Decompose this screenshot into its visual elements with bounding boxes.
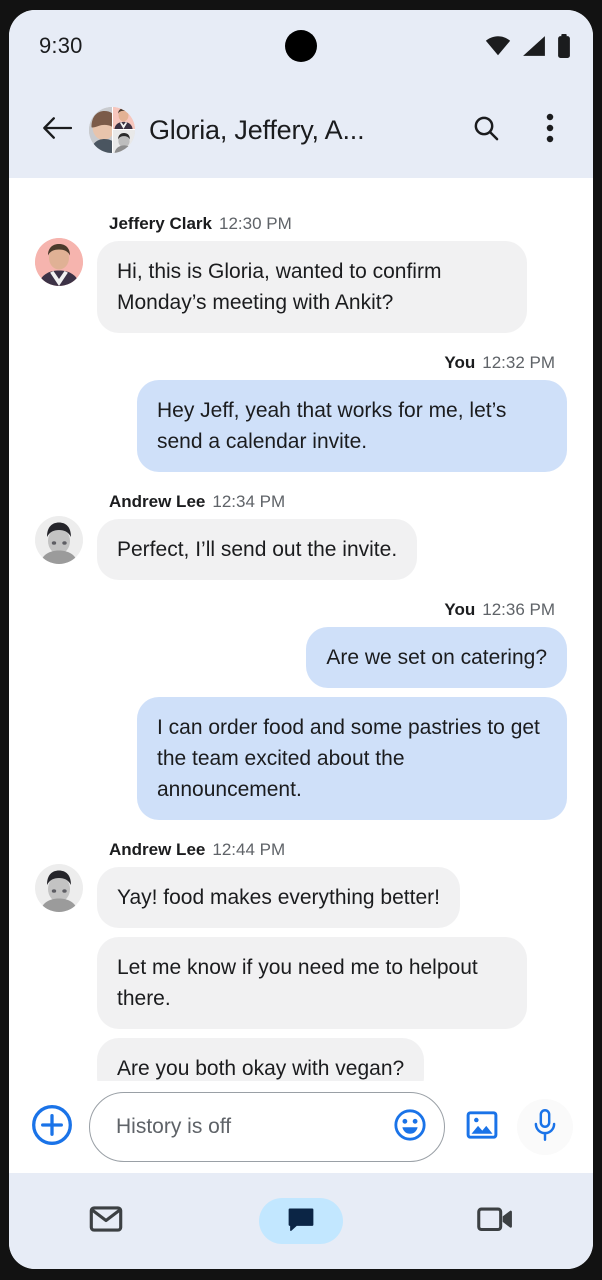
message-bubble[interactable]: Yay! food makes everything better! [97,867,460,928]
message-list[interactable]: Jeffery Clark 12:30 PM Hi, this is Gloria… [9,178,593,1081]
image-icon [465,1108,499,1147]
message-group: You 12:36 PM Are we set on catering? I ca… [35,600,567,820]
message-bubble[interactable]: Perfect, I’ll send out the invite. [97,519,418,580]
mail-icon [88,1201,124,1242]
message-time: 12:30 PM [219,214,292,233]
emoji-icon [393,1108,427,1147]
add-attachment-button[interactable] [29,1104,75,1150]
message-group: Andrew Lee 12:34 PM Perfect, I’ll send ou… [35,492,567,580]
message-group: Andrew Lee 12:44 PM Yay! food makes every… [35,840,567,1081]
message-bubble[interactable]: Hi, this is Gloria, wanted to confirm Mo… [97,241,527,333]
gallery-button[interactable] [459,1104,505,1150]
status-bar-clock: 9:30 [39,33,83,58]
message-column: You 12:32 PM Hey Jeff, yeah that works fo… [137,353,567,472]
search-button[interactable] [465,109,507,151]
message-bubble[interactable]: I can order food and some pastries to ge… [137,697,567,820]
group-avatar[interactable] [89,107,135,153]
message-input-placeholder: History is off [116,1115,232,1138]
wifi-icon [485,36,511,56]
nav-item-mail[interactable] [9,1173,204,1269]
chat-icon [286,1204,316,1239]
cellular-signal-icon [522,36,546,56]
message-time: 12:32 PM [482,353,555,372]
phone-screen: 9:30 Gloria, Jeffery, A... Jeffery Clark… [9,10,593,1269]
message-group: You 12:32 PM Hey Jeff, yeah that works fo… [35,353,567,472]
nav-item-chat[interactable] [204,1173,399,1269]
overflow-menu-button[interactable] [529,109,571,151]
message-input[interactable]: History is off [89,1092,445,1162]
message-time: 12:36 PM [482,600,555,619]
device-frame: 9:30 Gloria, Jeffery, A... Jeffery Clark… [0,0,602,1280]
message-column: Andrew Lee 12:44 PM Yay! food makes every… [97,840,527,1081]
app-bar-actions [465,109,571,151]
message-time: 12:44 PM [212,840,286,859]
message-column: Andrew Lee 12:34 PM Perfect, I’ll send ou… [97,492,418,580]
message-composer: History is off [9,1081,593,1173]
emoji-button[interactable] [390,1107,430,1147]
message-meta: Andrew Lee 12:34 PM [109,492,285,512]
front-camera-cutout [285,30,317,62]
status-bar: 9:30 [9,10,593,82]
video-camera-icon [476,1203,515,1240]
message-meta: You 12:36 PM [444,600,555,620]
sender-name: You [444,353,476,372]
back-button[interactable] [35,108,79,152]
voice-input-button[interactable] [517,1099,573,1155]
message-bubble[interactable]: Are you both okay with vegan? [97,1038,425,1081]
message-bubble[interactable]: Hey Jeff, yeah that works for me, let’s … [137,380,567,472]
search-icon [472,114,500,147]
battery-icon [557,34,571,58]
sender-name: You [444,600,476,619]
message-bubble[interactable]: Are we set on catering? [306,627,567,688]
avatar[interactable] [35,516,83,564]
bottom-navigation [9,1173,593,1269]
avatar[interactable] [35,864,83,912]
nav-active-pill [259,1198,343,1244]
microphone-icon [530,1108,560,1146]
avatar[interactable] [35,238,83,286]
group-avatar-member-1 [89,107,112,153]
message-time: 12:34 PM [212,492,286,511]
sender-name: Andrew Lee [109,492,206,511]
group-avatar-right-stack [112,107,135,153]
message-meta: Andrew Lee 12:44 PM [109,840,285,860]
back-arrow-icon [42,115,73,146]
message-column: You 12:36 PM Are we set on catering? I ca… [137,600,567,820]
nav-item-meet[interactable] [398,1173,593,1269]
message-column: Jeffery Clark 12:30 PM Hi, this is Gloria… [97,214,527,333]
app-bar: Gloria, Jeffery, A... [9,82,593,178]
sender-name: Andrew Lee [109,840,206,859]
more-vert-icon [546,113,554,148]
sender-name: Jeffery Clark [109,214,213,233]
message-group: Jeffery Clark 12:30 PM Hi, this is Gloria… [35,214,567,333]
message-meta: Jeffery Clark 12:30 PM [109,214,292,234]
group-avatar-member-3 [112,130,135,153]
group-avatar-member-2 [112,107,135,130]
status-bar-icons [485,34,571,58]
message-bubble[interactable]: Let me know if you need me to helpout th… [97,937,527,1029]
conversation-title: Gloria, Jeffery, A... [149,114,365,145]
add-circle-icon [31,1104,73,1151]
message-meta: You 12:32 PM [444,353,555,373]
